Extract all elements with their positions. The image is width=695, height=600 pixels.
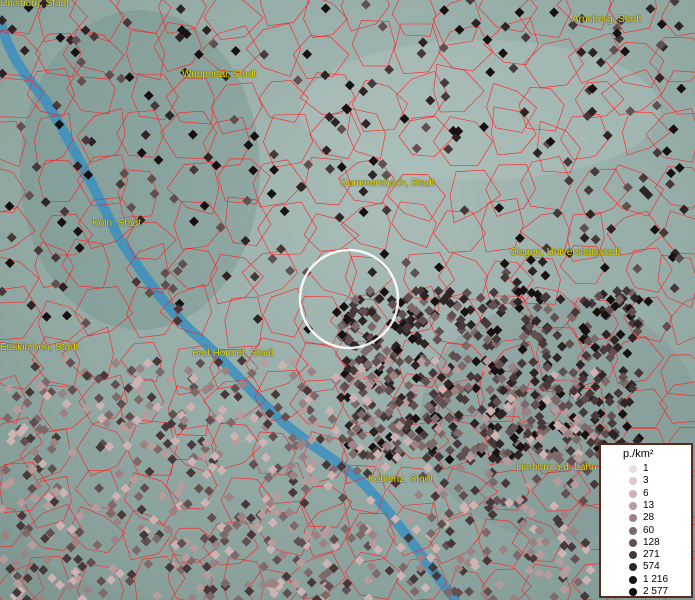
city-label-koblenz: Koblenz, Stadt [368,474,434,485]
legend-value: 128 [643,536,660,548]
legend-value: 28 [643,512,655,524]
city-label-euskirchen: Euskirchen, Stadt [0,342,79,353]
legend-swatch [629,501,637,510]
legend-row: 60 [601,525,691,537]
legend-row: 28 [601,512,691,524]
city-label-siegen: Siegen, Universitätsstadt [510,247,621,258]
legend-value: 1 216 [643,573,669,585]
density-legend: p./km² 1 3 6 13 28 60 128 271 574 1 216 2 577 [599,443,693,598]
legend-value: 271 [643,549,660,561]
city-label-gummersbach: Gummersbach, Stadt [340,178,435,189]
legend-value: 13 [643,499,655,511]
city-label-bad-honnef: Bad Honnef, Stadt [192,348,274,359]
legend-swatch [629,477,637,486]
legend-row: 1 216 [601,574,691,586]
legend-swatch [629,575,637,584]
legend-row: 271 [601,549,691,561]
legend-value: 574 [643,561,660,573]
legend-value: 3 [643,475,649,487]
city-label-wuppertal: Wuppertal, Stadt [182,69,257,80]
legend-swatch [629,526,637,535]
legend-row: 1 [601,463,691,475]
city-label-duisburg: Duisburg, Stadt [0,0,69,9]
legend-row: 574 [601,561,691,573]
legend-value: 6 [643,487,649,499]
legend-swatch [629,465,637,473]
legend-row: 6 [601,488,691,500]
legend-swatch [629,551,637,560]
city-label-koeln: Köln, Stadt [92,218,141,229]
legend-row: 128 [601,537,691,549]
legend-swatch [629,588,637,596]
legend-row: 2 577 [601,586,691,598]
legend-value: 60 [643,524,655,536]
map-canvas[interactable] [0,0,695,600]
legend-title: p./km² [623,448,654,460]
legend-swatch [629,538,637,547]
legend-value: 2 577 [643,586,669,597]
city-label-arnsberg: Arnsberg, Stadt [572,14,642,25]
city-label-limburg: Limburg a.d. Lahn [516,462,597,473]
legend-swatch [629,563,637,572]
legend-value: 1 [643,463,649,474]
legend-swatch [629,489,637,498]
legend-swatch [629,514,637,523]
legend-row: 13 [601,500,691,512]
legend-row: 3 [601,475,691,487]
